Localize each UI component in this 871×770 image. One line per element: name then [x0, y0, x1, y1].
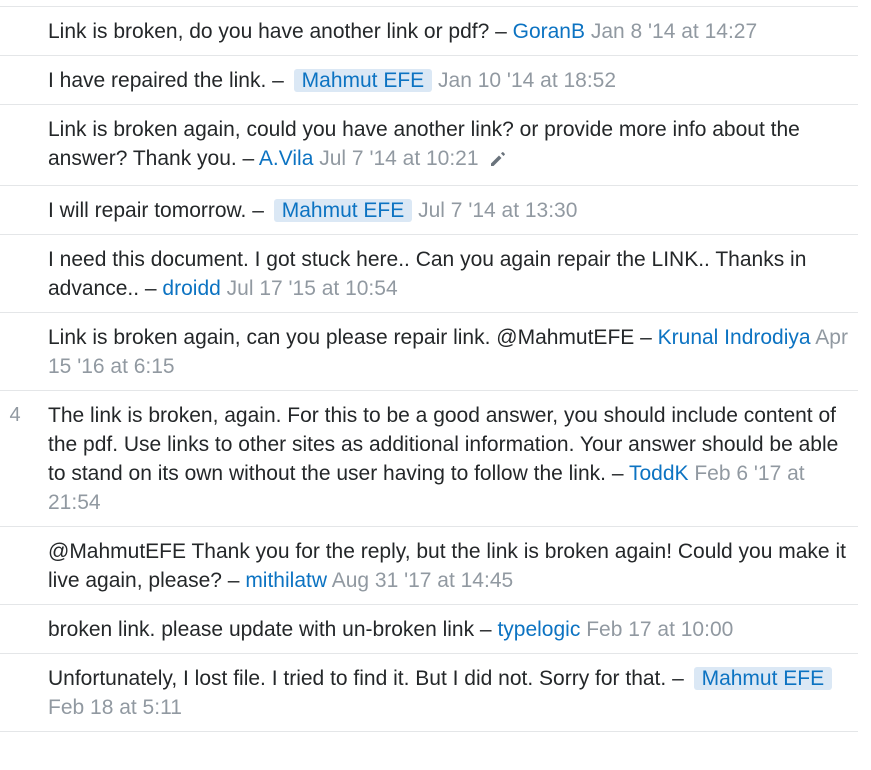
comment-date[interactable]: Jul 17 '15 at 10:54 [227, 277, 398, 300]
comment-text: broken link. please update with un-broke… [48, 618, 498, 641]
pencil-icon[interactable] [489, 147, 507, 176]
comment-body: I need this document. I got stuck here..… [48, 245, 848, 303]
comment-score[interactable]: 4 [0, 401, 30, 430]
comment-item: Link is broken again, can you please rep… [0, 313, 858, 391]
comment-body: Unfortunately, I lost file. I tried to f… [48, 664, 848, 722]
comment-item: I have repaired the link. – Mahmut EFE J… [0, 56, 858, 105]
comment-date[interactable]: Feb 18 at 5:11 [48, 696, 182, 719]
comment-user-link[interactable]: typelogic [497, 618, 580, 641]
comment-item: Link is broken, do you have another link… [0, 7, 858, 56]
comment-list: Link is broken, do you have another link… [0, 6, 858, 732]
comment-date[interactable]: Feb 17 at 10:00 [586, 618, 733, 641]
comment-user-link[interactable]: ToddK [629, 462, 689, 485]
comment-body: I have repaired the link. – Mahmut EFE J… [48, 66, 848, 95]
comment-user-link-owner[interactable]: Mahmut EFE [293, 69, 433, 92]
comment-item: broken link. please update with un-broke… [0, 605, 858, 654]
comment-date[interactable]: Jan 10 '14 at 18:52 [438, 69, 616, 92]
comment-item: I will repair tomorrow. – Mahmut EFE Jul… [0, 186, 858, 235]
comment-text: I have repaired the link. – [48, 69, 290, 92]
comment-user-link[interactable]: GoranB [513, 20, 585, 43]
comment-date[interactable]: Jul 7 '14 at 10:21 [319, 147, 478, 170]
comment-user-link[interactable]: droidd [162, 277, 220, 300]
comment-user-link[interactable]: mithilatw [245, 569, 327, 592]
comment-user-link[interactable]: Krunal Indrodiya [658, 326, 811, 349]
comment-text: Link is broken, do you have another link… [48, 20, 513, 43]
comment-item: 4 The link is broken, again. For this to… [0, 391, 858, 527]
comment-user-link-owner[interactable]: Mahmut EFE [273, 199, 413, 222]
comment-user-link[interactable]: A.Vila [259, 147, 313, 170]
comment-body: Link is broken again, can you please rep… [48, 323, 848, 381]
comment-date[interactable]: Jan 8 '14 at 14:27 [591, 20, 757, 43]
comment-text: Link is broken again, can you please rep… [48, 326, 658, 349]
comment-item: @MahmutEFE Thank you for the reply, but … [0, 527, 858, 605]
comment-body: The link is broken, again. For this to b… [48, 401, 848, 517]
comment-date[interactable]: Aug 31 '17 at 14:45 [332, 569, 514, 592]
comment-item: Unfortunately, I lost file. I tried to f… [0, 654, 858, 732]
comment-body: @MahmutEFE Thank you for the reply, but … [48, 537, 848, 595]
comment-date[interactable]: Jul 7 '14 at 13:30 [418, 199, 577, 222]
comment-user-link-owner[interactable]: Mahmut EFE [693, 667, 833, 690]
comment-text: Unfortunately, I lost file. I tried to f… [48, 667, 690, 690]
comment-body: Link is broken, do you have another link… [48, 17, 848, 46]
comment-body: Link is broken again, could you have ano… [48, 115, 848, 176]
comment-body: broken link. please update with un-broke… [48, 615, 848, 644]
comment-body: I will repair tomorrow. – Mahmut EFE Jul… [48, 196, 848, 225]
comment-item: Link is broken again, could you have ano… [0, 105, 858, 186]
comment-item: I need this document. I got stuck here..… [0, 235, 858, 313]
comment-text: I will repair tomorrow. – [48, 199, 270, 222]
